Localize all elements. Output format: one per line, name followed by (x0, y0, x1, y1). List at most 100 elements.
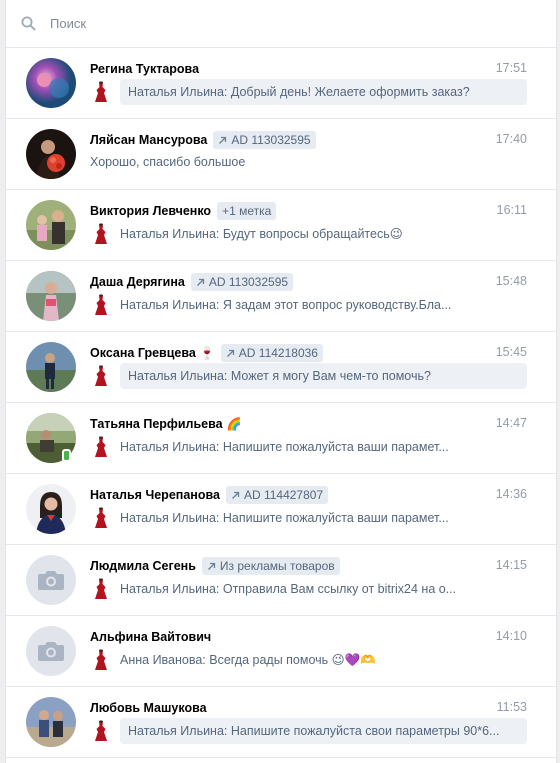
message-text: Анна Иванова: Всегда рады помочь 😉💜🫶 (120, 653, 376, 667)
tag-label: +1 метка (222, 204, 272, 218)
labels-tag[interactable]: +1 метка (217, 202, 277, 220)
avatar[interactable] (26, 271, 76, 321)
dialog-name-line: Альфина Вайтович (90, 628, 211, 646)
dress-icon (90, 718, 112, 744)
dialog-row[interactable]: Регина Туктарова 17:51 Наталья Ильина: Д… (6, 48, 556, 119)
search-input[interactable] (48, 15, 492, 32)
dialog-name-line: Наталья Черепанова AD 114427807 (90, 486, 329, 504)
tag-label: Из рекламы товаров (219, 559, 335, 573)
message-preview: Наталья Ильина: Будут вопросы обращайтес… (90, 221, 527, 247)
dialog-row[interactable]: Ляйсан Мансурова AD 113032595 17:40 Хоро… (6, 119, 556, 190)
rainbow-icon: 🌈 (226, 417, 242, 431)
dialog-name-line: Регина Туктарова (90, 60, 199, 78)
dialog-time: 16:11 (496, 203, 527, 217)
camera-icon (38, 642, 64, 661)
message-preview: Наталья Ильина: Напишите пожалуйста ваши… (90, 434, 527, 460)
message-text: Хорошо, спасибо большое (90, 155, 246, 169)
arrow-up-right-icon (207, 562, 216, 570)
dialog-time: 14:47 (495, 416, 527, 430)
message-preview: Наталья Ильина: Отправила Вам ссылку от … (90, 576, 527, 602)
dialog-name-line: Людмила Сегень Из рекламы товаров (90, 557, 340, 575)
dialog-name-line: Любовь Машукова (90, 699, 207, 717)
dialog-name[interactable]: Виктория Левченко (90, 204, 211, 218)
dialog-name[interactable]: Ляйсан Мансурова (90, 133, 207, 147)
message-text: Наталья Ильина: Отправила Вам ссылку от … (120, 582, 457, 596)
message-text: Наталья Ильина: Я задам этот вопрос руко… (120, 298, 452, 312)
dialog-name-line: Татьяна Перфильева 🌈 (90, 415, 242, 433)
dialogs-panel: Регина Туктарова 17:51 Наталья Ильина: Д… (5, 0, 557, 763)
avatar[interactable] (26, 626, 76, 676)
message-preview: Наталья Ильина: Добрый день! Желаете офо… (90, 79, 527, 105)
message-preview: Наталья Ильина: Может я могу Вам чем-то … (90, 363, 527, 389)
dialog-time: 14:10 (495, 629, 527, 643)
dress-icon (90, 576, 112, 602)
wine-glass-icon: 🍷 (199, 346, 215, 360)
ad-tag[interactable]: AD 114218036 (220, 344, 323, 362)
message-preview: Анна Иванова: Всегда рады помочь 😉💜🫶 (90, 647, 527, 673)
dialog-time: 14:15 (495, 558, 527, 572)
dialog-row[interactable]: Виктория Левченко +1 метка 16:11 Наталья… (6, 190, 556, 261)
search-icon (21, 16, 36, 31)
arrow-up-right-icon (219, 136, 227, 144)
dialog-time: 15:48 (495, 274, 527, 288)
dialog-name-line: Оксана Гревцева 🍷 AD 114218036 (90, 344, 323, 362)
dialog-row[interactable]: Любовь Машукова 11:53 Наталья Ильина: На… (6, 687, 556, 758)
dialog-name[interactable]: Любовь Машукова (90, 701, 207, 715)
message-text: Наталья Ильина: Напишите пожалуйста ваши… (120, 440, 449, 454)
dialog-row[interactable]: Наталья Черепанова AD 114427807 14:36 На… (6, 474, 556, 545)
dialog-name-line: Даша Дерягина AD 113032595 (90, 273, 294, 291)
dialog-row[interactable]: Альфина Вайтович 14:10 Анна Иванова: Все… (6, 616, 556, 687)
avatar[interactable] (26, 129, 76, 179)
message-text: Наталья Ильина: Напишите пожалуйста ваши… (120, 511, 449, 525)
avatar[interactable] (26, 58, 76, 108)
dialog-time: 17:40 (495, 132, 527, 146)
message-preview: Наталья Ильина: Я задам этот вопрос руко… (90, 292, 527, 318)
message-text: Наталья Ильина: Может я могу Вам чем-то … (120, 363, 527, 389)
dress-icon (90, 363, 112, 389)
arrow-up-right-icon (196, 278, 205, 286)
dress-icon (90, 647, 112, 673)
avatar[interactable] (26, 342, 76, 392)
dialog-name[interactable]: Регина Туктарова (90, 62, 199, 76)
dialog-name-line: Виктория Левченко +1 метка (90, 202, 277, 220)
dialog-name[interactable]: Даша Дерягина (90, 275, 185, 289)
ad-tag[interactable]: Из рекламы товаров (201, 557, 340, 575)
search-bar (6, 0, 556, 48)
arrow-up-right-icon (231, 491, 240, 499)
avatar[interactable] (26, 697, 76, 747)
dialog-name[interactable]: Альфина Вайтович (90, 630, 211, 644)
dialog-row[interactable]: Людмила Сегень Из рекламы товаров 14:15 … (6, 545, 556, 616)
dress-icon (90, 79, 112, 105)
tag-label: AD 114427807 (243, 488, 324, 502)
mobile-online-icon (62, 449, 71, 462)
dialog-name-line: Ляйсан Мансурова AD 113032595 (90, 131, 316, 149)
dialog-time: 15:45 (495, 345, 527, 359)
dialog-time: 17:51 (495, 61, 527, 75)
dialog-name[interactable]: Наталья Черепанова (90, 488, 220, 502)
dialog-time: 11:53 (496, 700, 527, 714)
message-preview: Наталья Ильина: Напишите пожалуйста свои… (90, 718, 527, 744)
ad-tag[interactable]: AD 114427807 (225, 486, 329, 504)
dialog-time: 14:36 (495, 487, 527, 501)
tag-label: AD 114218036 (238, 346, 318, 360)
dialog-name[interactable]: Оксана Гревцева (90, 346, 196, 360)
message-text: Наталья Ильина: Будут вопросы обращайтес… (120, 227, 403, 241)
dialog-row[interactable]: Даша Дерягина AD 113032595 15:48 Наталья… (6, 261, 556, 332)
dialog-name[interactable]: Татьяна Перфильева (90, 417, 223, 431)
avatar[interactable] (26, 555, 76, 605)
avatar[interactable] (26, 200, 76, 250)
camera-icon (38, 571, 64, 590)
dialog-row[interactable]: Оксана Гревцева 🍷 AD 114218036 15:45 Нат… (6, 332, 556, 403)
dialog-name[interactable]: Людмила Сегень (90, 559, 196, 573)
arrow-up-right-icon (226, 349, 234, 357)
dialog-row[interactable]: Татьяна Перфильева 🌈 14:47 Наталья Ильин… (6, 403, 556, 474)
avatar[interactable] (26, 484, 76, 534)
ad-tag[interactable]: AD 113032595 (190, 273, 294, 291)
dress-icon (90, 292, 112, 318)
message-text: Наталья Ильина: Напишите пожалуйста свои… (120, 718, 527, 744)
dress-icon (90, 505, 112, 531)
ad-tag[interactable]: AD 113032595 (213, 131, 316, 149)
dress-icon (90, 434, 112, 460)
message-preview: Наталья Ильина: Напишите пожалуйста ваши… (90, 505, 527, 531)
message-text: Наталья Ильина: Добрый день! Желаете офо… (120, 79, 527, 105)
